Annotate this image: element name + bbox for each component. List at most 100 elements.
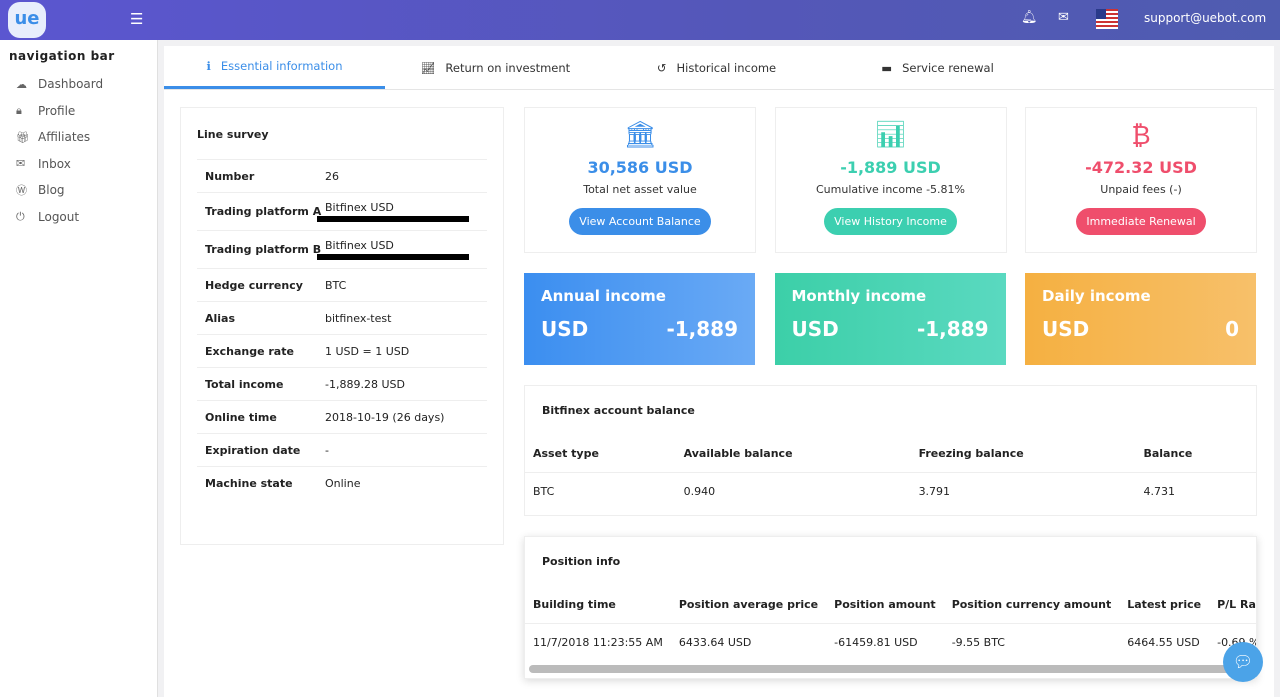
survey-value: BTC	[325, 278, 347, 292]
income-title: Monthly income	[791, 287, 927, 305]
us-flag-icon[interactable]	[1096, 9, 1118, 29]
card-value: 30,586 USD	[587, 158, 693, 177]
survey-row: Total income -1,889.28 USD	[197, 367, 487, 400]
table-row: 11/7/2018 11:23:55 AM 6433.64 USD -61459.8…	[525, 623, 1256, 661]
sidebar-title: navigation bar	[9, 49, 115, 63]
monthly-income-card: Monthly income USD -1,889	[774, 273, 1006, 365]
tab-label: Essential information	[220, 59, 343, 73]
income-title: Daily income	[1042, 287, 1151, 305]
sidebar-item-blog[interactable]: Ⓦ Blog	[0, 177, 157, 204]
sidebar-item-profile[interactable]: 🔒︎ Profile	[0, 98, 157, 125]
sidebar-item-inbox[interactable]: ✉ Inbox	[0, 151, 157, 178]
column-header: Position currency amount	[951, 598, 1112, 611]
survey-value: Online	[325, 476, 361, 490]
table-cell: -9.55 BTC	[943, 623, 1120, 661]
tab-label: Return on investment	[445, 60, 571, 75]
survey-value: -	[325, 443, 329, 457]
survey-key: Number	[205, 169, 255, 183]
unpaid-fees-button[interactable]: Immediate Renewal	[1076, 208, 1206, 235]
tab-return-on-investment[interactable]: 📈︎ Return on investment	[385, 46, 606, 89]
lock-icon: 🔒︎	[16, 103, 22, 117]
sidebar: navigation bar ☁ Dashboard 🔒︎ Profile 🎁︎ Affi…	[0, 40, 158, 697]
survey-key: Expiration date	[205, 443, 301, 457]
tab-service-renewal[interactable]: ▬ Service renewal	[827, 46, 1048, 89]
sidebar-item-label: Affiliates	[38, 130, 91, 145]
user-email[interactable]: support@uebot.com	[1144, 11, 1266, 25]
survey-title: Line survey	[197, 128, 269, 141]
survey-value: 1 USD = 1 USD	[325, 344, 410, 358]
survey-key: Machine state	[205, 476, 293, 490]
survey-row: Trading platform A Bitfinex USD	[197, 192, 487, 230]
survey-key: Total income	[205, 377, 284, 391]
column-header: Position average price	[678, 598, 819, 611]
table-header: Building time Position average price Posit…	[525, 586, 1256, 624]
sidebar-item-label: Logout	[38, 209, 80, 224]
mail-icon[interactable]: ✉	[1058, 10, 1069, 25]
tab-essential-information[interactable]: ℹ Essential information	[164, 46, 385, 89]
sidebar-item-dashboard[interactable]: ☁ Dashboard	[0, 71, 157, 98]
card-label: Cumulative income -5.81%	[816, 183, 965, 196]
survey-row: Machine state Online	[197, 466, 487, 499]
survey-row: Number 26	[197, 159, 487, 192]
menu-toggle-icon[interactable]: ☰	[130, 10, 143, 28]
survey-row: Alias bitfinex-test	[197, 301, 487, 334]
envelope-icon: ✉	[16, 157, 26, 171]
sidebar-item-logout[interactable]: ⏻ Logout	[0, 204, 157, 231]
position-title: Position info	[542, 555, 621, 568]
logo[interactable]: ue	[8, 2, 46, 38]
cumulative-income-button[interactable]: View History Income	[824, 208, 957, 235]
column-header: Available balance	[683, 447, 793, 460]
column-header: Latest price	[1127, 598, 1202, 611]
income-currency: USD	[541, 317, 589, 341]
tab-historical-income[interactable]: ↺ Historical income	[606, 46, 827, 89]
table-cell: BTC	[525, 472, 676, 510]
survey-value: 2018-10-19 (26 days)	[325, 410, 445, 424]
income-title: Annual income	[541, 287, 666, 305]
chat-icon[interactable]: 💬︎	[1223, 642, 1263, 682]
survey-value: Bitfinex USD	[325, 201, 394, 214]
survey-key: Exchange rate	[205, 344, 294, 358]
table-cell: -61459.81 USD	[826, 623, 944, 661]
survey-value: Bitfinex USD	[325, 239, 394, 252]
income-currency: USD	[1042, 317, 1090, 341]
power-icon: ⏻	[16, 209, 25, 223]
balance-title: Bitfinex account balance	[542, 404, 695, 417]
sidebar-item-label: Dashboard	[38, 77, 104, 92]
survey-row: Online time 2018-10-19 (26 days)	[197, 400, 487, 433]
redacted-bar	[317, 254, 469, 260]
horizontal-scrollbar[interactable]	[529, 665, 1252, 673]
tab-bar: ℹ Essential information 📈︎ Return on invest…	[164, 46, 1274, 90]
survey-value: bitfinex-test	[325, 311, 392, 325]
survey-row: Trading platform B Bitfinex USD	[197, 230, 487, 268]
card-value: -1,889 USD	[840, 158, 941, 177]
dashboard-icon: ☁	[16, 77, 27, 91]
income-value: 0	[1225, 317, 1239, 341]
sidebar-item-label: Profile	[38, 103, 76, 118]
top-bar: ue ☰ 🔔︎ ✉ support@uebot.com	[0, 0, 1280, 40]
main-panel: ℹ Essential information 📈︎ Return on invest…	[164, 46, 1274, 697]
survey-key: Alias	[205, 311, 236, 325]
wordpress-icon: Ⓦ	[16, 184, 27, 198]
position-info-panel: Position info Building time Position aver…	[524, 536, 1257, 679]
column-header: Asset type	[533, 447, 599, 460]
tab-icon: ▬	[881, 60, 893, 75]
redacted-bar	[317, 216, 469, 222]
table-cell: 0.940	[675, 472, 911, 510]
table-cell: 6464.55 USD	[1119, 623, 1210, 661]
survey-value: -1,889.28 USD	[325, 377, 405, 391]
annual-income-card: Annual income USD -1,889	[524, 273, 755, 365]
daily-income-card: Daily income USD 0	[1025, 273, 1256, 365]
card-label: Unpaid fees (-)	[1100, 183, 1182, 196]
survey-key: Trading platform B	[205, 243, 322, 256]
column-header: Position amount	[834, 598, 936, 611]
survey-key: Hedge currency	[205, 278, 303, 292]
position-table: Building time Position average price Posit…	[525, 586, 1256, 661]
net-asset-button[interactable]: View Account Balance	[569, 208, 711, 235]
sidebar-item-label: Blog	[38, 183, 65, 198]
table-cell: 6433.64 USD	[670, 623, 827, 661]
survey-row: Exchange rate 1 USD = 1 USD	[197, 334, 487, 367]
bell-icon[interactable]: 🔔︎	[1021, 10, 1038, 25]
cumulative-income-card: 📊︎ -1,889 USD Cumulative income -5.81% View…	[774, 107, 1007, 253]
sidebar-item-affiliates[interactable]: 🎁︎ Affiliates	[0, 124, 157, 151]
bank-icon: 🏛︎	[623, 120, 657, 150]
